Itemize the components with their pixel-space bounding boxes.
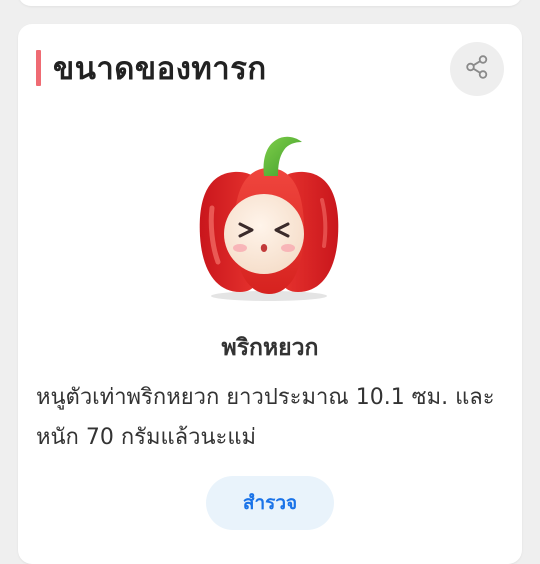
share-button[interactable] bbox=[450, 42, 504, 96]
item-name: พริกหยวก bbox=[221, 335, 319, 361]
size-description: หนูตัวเท่าพริกหยวก ยาวประมาณ 10.1 ซม. แล… bbox=[36, 385, 495, 450]
card-header: ขนาดของทารก bbox=[36, 48, 267, 88]
share-icon bbox=[463, 53, 491, 85]
card-title: ขนาดของทารก bbox=[53, 51, 267, 87]
bell-pepper-illustration bbox=[194, 120, 344, 304]
title-accent-bar bbox=[36, 50, 41, 86]
previous-card bbox=[18, 0, 522, 6]
explore-button[interactable]: สำรวจ bbox=[206, 476, 334, 530]
baby-size-card: ขนาดของทารก พริกหยวก หนูตัวเท่าพริกหยวก … bbox=[18, 24, 522, 564]
